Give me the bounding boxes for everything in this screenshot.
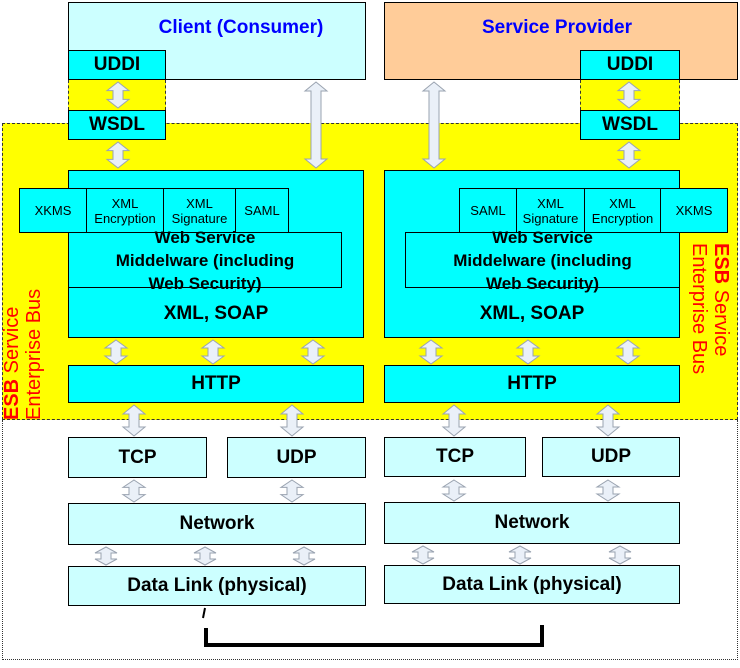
- double-arrow-icon: [279, 404, 305, 437]
- double-arrow-icon: [515, 339, 541, 365]
- double-arrow-icon: [105, 81, 131, 109]
- double-arrow-icon: [418, 339, 444, 365]
- double-arrow-icon: [615, 339, 641, 365]
- double-arrow-icon: [441, 404, 467, 437]
- diagram: Client (Consumer) Service Provider UDDI …: [0, 0, 740, 668]
- double-arrow-icon: [595, 479, 621, 502]
- double-arrow-icon: [292, 546, 316, 566]
- double-arrow-icon: [94, 546, 118, 566]
- double-arrow-icon: [616, 81, 642, 109]
- arrows-layer: [94, 81, 642, 647]
- double-arrow-icon: [121, 479, 147, 503]
- double-arrow-icon: [105, 141, 131, 169]
- double-arrow-icon: [103, 339, 129, 365]
- double-arrow-icon: [279, 479, 305, 503]
- double-arrow-icon: [421, 81, 447, 169]
- double-arrow-icon: [411, 545, 435, 565]
- double-arrow-icon: [595, 404, 621, 437]
- double-arrow-icon: [121, 404, 147, 437]
- double-arrow-icon: [608, 545, 632, 565]
- double-arrow-icon: [300, 339, 326, 365]
- double-arrow-icon: [303, 81, 329, 169]
- double-arrow-icon: [193, 546, 217, 566]
- double-arrow-icon: [200, 339, 226, 365]
- double-arrow-icon: [441, 479, 467, 502]
- physical-link-bracket: [204, 625, 544, 647]
- physical-link-tick: [202, 607, 206, 619]
- double-arrow-icon: [616, 141, 642, 169]
- double-arrow-icon: [508, 545, 532, 565]
